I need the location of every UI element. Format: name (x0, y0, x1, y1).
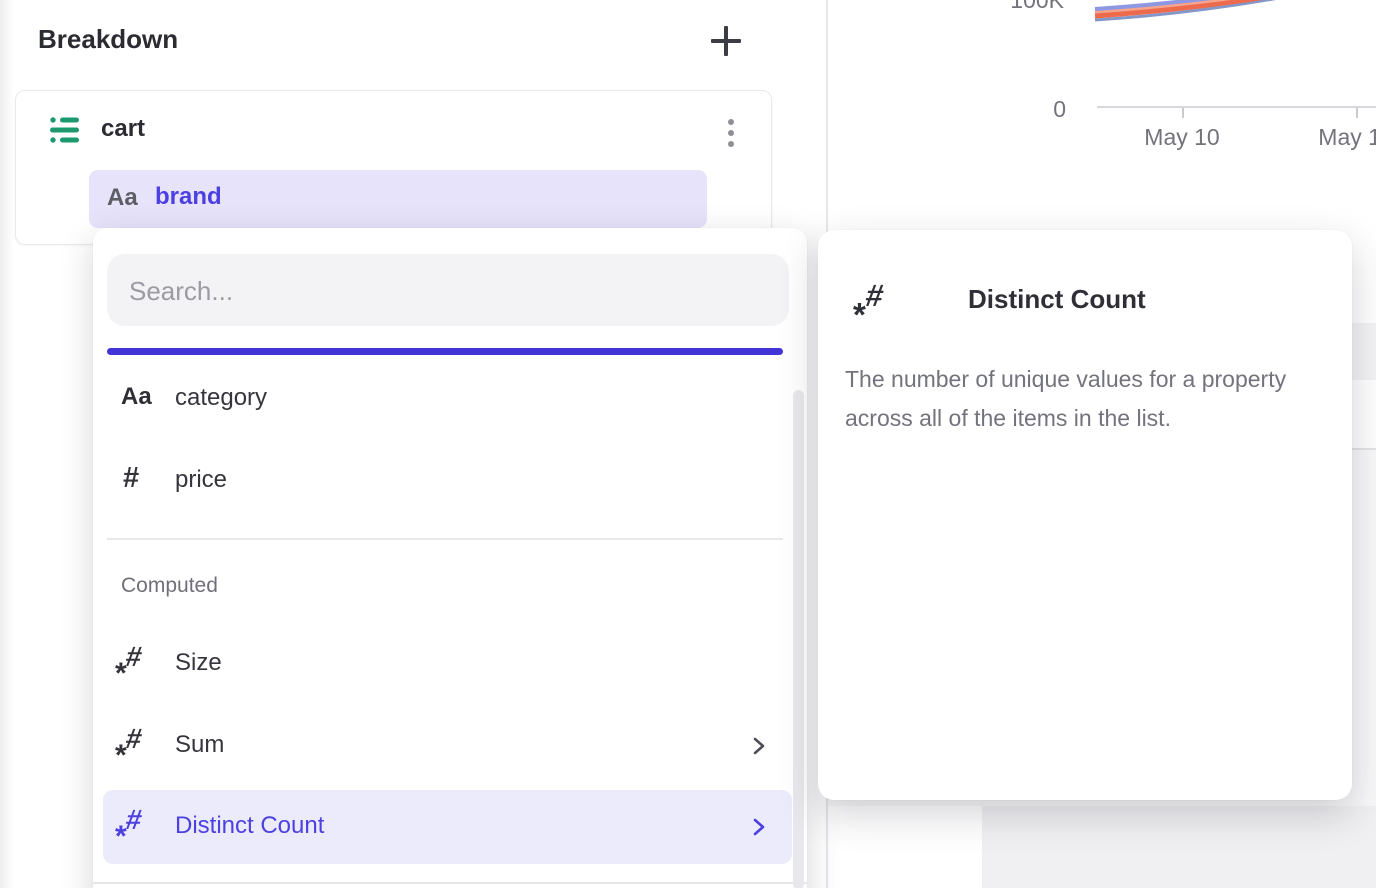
dropdown-item-category[interactable]: Aa category (103, 358, 792, 440)
number-type-icon: # (123, 462, 139, 495)
computed-number-icon: #* (117, 641, 157, 687)
y-axis-tick-0: 0 (976, 96, 1066, 123)
dropdown-divider (93, 882, 807, 884)
search-input[interactable] (127, 254, 771, 328)
panel-edge-shadow (0, 0, 14, 888)
computed-number-icon: #* (856, 278, 900, 326)
table-sticky-column (828, 806, 982, 888)
dropdown-item-size[interactable]: #* Size (103, 623, 792, 705)
text-type-icon: Aa (107, 184, 138, 212)
dropdown-item-price[interactable]: # price (103, 440, 792, 522)
chevron-right-icon (751, 815, 767, 839)
computed-number-icon: #* (117, 723, 157, 769)
text-type-icon: Aa (121, 383, 152, 411)
selected-property-brand[interactable]: Aa brand (89, 170, 707, 228)
search-box (107, 254, 789, 326)
dropdown-divider (107, 538, 783, 540)
dropdown-item-sum[interactable]: #* Sum (103, 705, 792, 787)
x-axis-tick-mark (1356, 108, 1358, 118)
plus-icon (724, 26, 728, 56)
add-breakdown-button[interactable] (708, 24, 744, 60)
dropdown-item-distinct-count[interactable]: #* Distinct Count (103, 790, 792, 864)
info-card-title: Distinct Count (968, 284, 1328, 315)
distinct-count-info-card: #* Distinct Count The number of unique v… (818, 230, 1352, 800)
loading-progress-bar (107, 348, 783, 355)
info-card-description: The number of unique values for a proper… (845, 360, 1353, 438)
breakdown-group-card: cart Aa brand (15, 90, 772, 245)
dropdown-scrollbar[interactable] (793, 390, 804, 888)
computed-number-icon: #* (117, 804, 157, 850)
kebab-menu-icon[interactable] (726, 117, 736, 151)
line-chart-series (827, 0, 1376, 160)
x-axis-tick-mark (1182, 108, 1184, 118)
breakdown-section-title: Breakdown (38, 24, 178, 55)
chevron-right-icon (751, 734, 767, 758)
info-card-header: #* Distinct Count (856, 278, 900, 326)
breakdown-group-row-cart[interactable]: cart (16, 91, 771, 169)
x-axis-tick-may10: May 10 (1122, 124, 1242, 151)
list-icon (50, 116, 80, 144)
x-axis-tick-may12: May 12 (1296, 124, 1376, 151)
group-name: cart (101, 115, 145, 143)
computed-section-label: Computed (121, 574, 218, 598)
y-axis-tick-100k: 100K (974, 0, 1064, 14)
x-axis-line (1097, 106, 1376, 108)
table-header-band (982, 806, 1376, 888)
insights-report-screen: 100K 0 May 10 May 12 Breakdown cart Aa b… (0, 0, 1376, 888)
property-dropdown: Aa category # price Computed #* Size #* … (93, 228, 807, 888)
selected-property-label: brand (155, 183, 222, 211)
